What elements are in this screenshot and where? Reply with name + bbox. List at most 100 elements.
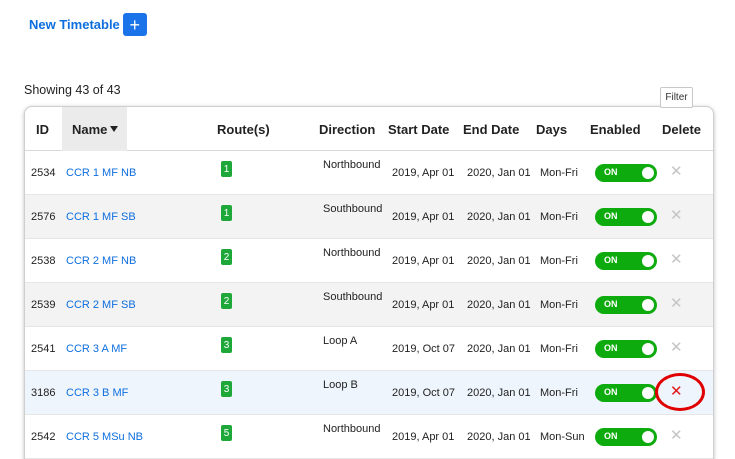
header-delete: Delete [662, 121, 702, 137]
cell-id: 2541 [31, 343, 56, 355]
cell-direction: Northbound [323, 423, 381, 435]
cell-days: Mon-Fri [540, 299, 578, 311]
toggle-knob [642, 343, 654, 355]
new-timetable-label[interactable]: New Timetable [29, 17, 120, 32]
route-badge: 2 [221, 293, 232, 309]
enabled-toggle[interactable]: ON [595, 252, 657, 270]
timetable-name-link[interactable]: CCR 3 A MF [66, 343, 127, 355]
timetable-name-link[interactable]: CCR 1 MF NB [66, 167, 136, 179]
cell-days: Mon-Fri [540, 255, 578, 267]
cell-end-date: 2020, Jan 01 [467, 343, 531, 355]
cell-days: Mon-Fri [540, 343, 578, 355]
delete-icon[interactable]: ✕ [670, 206, 683, 224]
cell-end-date: 2020, Jan 01 [467, 431, 531, 443]
toggle-knob [642, 255, 654, 267]
cell-id: 2542 [31, 431, 56, 443]
header-name[interactable]: Name [62, 107, 127, 151]
cell-direction: Southbound [323, 203, 383, 215]
cell-id: 3186 [31, 387, 56, 399]
cell-end-date: 2020, Jan 01 [467, 255, 531, 267]
filter-button[interactable]: Filter [660, 87, 693, 108]
plus-icon[interactable]: + [122, 13, 147, 36]
delete-icon[interactable]: ✕ [670, 162, 683, 180]
table-row: 2576 CCR 1 MF SB 1 Southbound 2019, Apr … [25, 195, 713, 239]
cell-start-date: 2019, Apr 01 [392, 211, 455, 223]
route-badge: 1 [221, 205, 232, 221]
cell-id: 2539 [31, 299, 56, 311]
sort-desc-icon[interactable] [110, 126, 119, 132]
timetable-table: ID Name Route(s) Direction Start Date En… [24, 106, 714, 459]
cell-id: 2538 [31, 255, 56, 267]
enabled-toggle[interactable]: ON [595, 164, 657, 182]
table-row: 2541 CCR 3 A MF 3 Loop A 2019, Oct 07 20… [25, 327, 713, 371]
delete-icon[interactable]: ✕ [670, 382, 683, 400]
table-row: 2534 CCR 1 MF NB 1 Northbound 2019, Apr … [25, 151, 713, 195]
toggle-label: ON [604, 299, 618, 309]
cell-start-date: 2019, Apr 01 [392, 431, 455, 443]
delete-icon[interactable]: ✕ [670, 250, 683, 268]
cell-id: 2534 [31, 167, 56, 179]
enabled-toggle[interactable]: ON [595, 296, 657, 314]
cell-direction: Loop B [323, 379, 358, 391]
new-timetable-button[interactable]: New Timetable + [29, 13, 147, 36]
toggle-label: ON [604, 255, 618, 265]
enabled-toggle[interactable]: ON [595, 340, 657, 358]
header-end-date[interactable]: End Date [463, 107, 519, 151]
toggle-label: ON [604, 343, 618, 353]
route-badge: 5 [221, 425, 232, 441]
header-start-date[interactable]: Start Date [388, 107, 449, 151]
timetable-name-link[interactable]: CCR 2 MF SB [66, 299, 136, 311]
toggle-knob [642, 167, 654, 179]
delete-icon[interactable]: ✕ [670, 294, 683, 312]
toggle-knob [642, 299, 654, 311]
header-days[interactable]: Days [536, 107, 567, 151]
enabled-toggle[interactable]: ON [595, 428, 657, 446]
enabled-toggle[interactable]: ON [595, 384, 657, 402]
timetable-name-link[interactable]: CCR 3 B MF [66, 387, 128, 399]
table-row: 2538 CCR 2 MF NB 2 Northbound 2019, Apr … [25, 239, 713, 283]
cell-end-date: 2020, Jan 01 [467, 299, 531, 311]
header-name-label[interactable]: Name [72, 122, 107, 137]
header-id[interactable]: ID [36, 107, 49, 151]
cell-direction: Northbound [323, 247, 381, 259]
cell-start-date: 2019, Oct 07 [392, 343, 455, 355]
toggle-label: ON [604, 387, 618, 397]
cell-end-date: 2020, Jan 01 [467, 387, 531, 399]
header-routes[interactable]: Route(s) [217, 107, 270, 151]
table-row: 2542 CCR 5 MSu NB 5 Northbound 2019, Apr… [25, 415, 713, 459]
timetable-name-link[interactable]: CCR 1 MF SB [66, 211, 136, 223]
cell-start-date: 2019, Oct 07 [392, 387, 455, 399]
cell-start-date: 2019, Apr 01 [392, 255, 455, 267]
route-badge: 3 [221, 381, 232, 397]
showing-count: Showing 43 of 43 [24, 83, 121, 97]
cell-days: Mon-Fri [540, 387, 578, 399]
toggle-label: ON [604, 211, 618, 221]
cell-direction: Northbound [323, 159, 381, 171]
header-enabled[interactable]: Enabled [590, 107, 641, 151]
table-row: 2539 CCR 2 MF SB 2 Southbound 2019, Apr … [25, 283, 713, 327]
table-header: ID Name Route(s) Direction Start Date En… [25, 107, 713, 151]
cell-days: Mon-Fri [540, 211, 578, 223]
cell-start-date: 2019, Apr 01 [392, 299, 455, 311]
enabled-toggle[interactable]: ON [595, 208, 657, 226]
cell-id: 2576 [31, 211, 56, 223]
timetable-name-link[interactable]: CCR 5 MSu NB [66, 431, 143, 443]
timetable-name-link[interactable]: CCR 2 MF NB [66, 255, 136, 267]
table-row: 3186 CCR 3 B MF 3 Loop B 2019, Oct 07 20… [25, 371, 713, 415]
route-badge: 3 [221, 337, 232, 353]
cell-days: Mon-Fri [540, 167, 578, 179]
route-badge: 2 [221, 249, 232, 265]
toggle-label: ON [604, 167, 618, 177]
cell-end-date: 2020, Jan 01 [467, 167, 531, 179]
delete-icon[interactable]: ✕ [670, 426, 683, 444]
cell-direction: Loop A [323, 335, 358, 347]
cell-direction: Southbound [323, 291, 383, 303]
delete-icon[interactable]: ✕ [670, 338, 683, 356]
route-badge: 1 [221, 161, 232, 177]
toggle-knob [642, 387, 654, 399]
toggle-knob [642, 211, 654, 223]
cell-end-date: 2020, Jan 01 [467, 211, 531, 223]
header-direction[interactable]: Direction [319, 107, 375, 151]
cell-days: Mon-Sun [540, 431, 585, 443]
toggle-label: ON [604, 431, 618, 441]
